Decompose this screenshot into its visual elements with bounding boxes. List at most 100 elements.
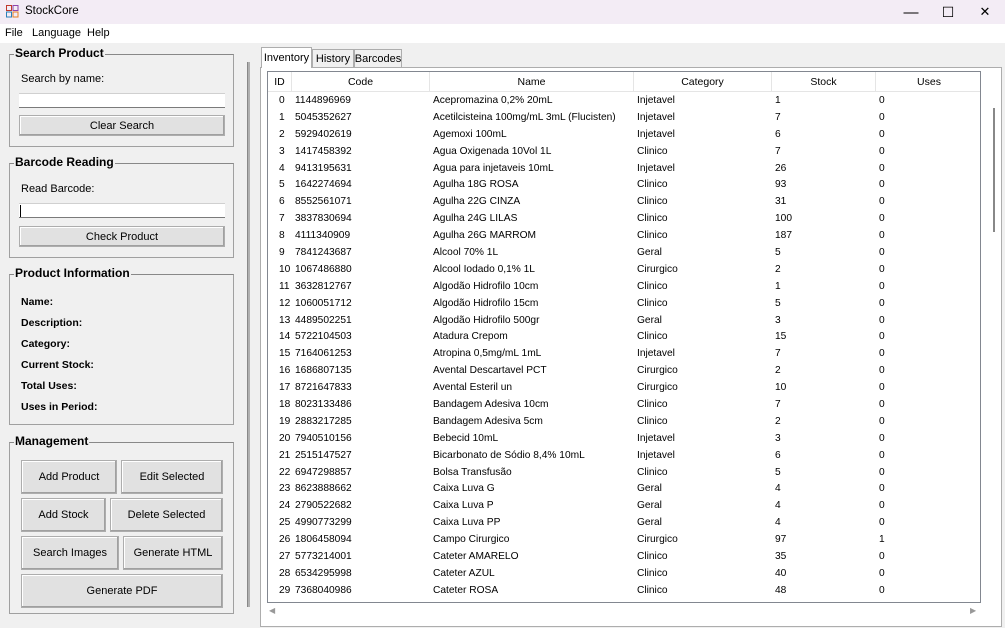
cell-category: Cirurgico xyxy=(637,534,678,546)
minimize-button[interactable]: — xyxy=(892,0,930,24)
cell-code: 5773214001 xyxy=(295,550,352,562)
inventory-table[interactable]: ID Code Name Category Stock Uses 0 114489… xyxy=(267,71,981,603)
table-row[interactable]: 17 8721647833 Avental Esteril un Cirurgico 1… xyxy=(268,379,980,396)
tab-history[interactable]: History xyxy=(312,49,354,68)
cell-code: 6534295998 xyxy=(295,567,352,579)
menu-help[interactable]: Help xyxy=(87,27,110,39)
column-header-stock[interactable]: Stock xyxy=(772,72,876,92)
cell-stock: 7 xyxy=(775,145,781,157)
table-row[interactable]: 27 5773214001 Cateter AMARELO Clinico 35 0 xyxy=(268,548,980,565)
table-row[interactable]: 6 8552561071 Agulha 22G CINZA Clinico 31 0 xyxy=(268,193,980,210)
cell-uses: 0 xyxy=(879,365,885,377)
table-row[interactable]: 14 5722104503 Atadura Crepom Clinico 15 0 xyxy=(268,328,980,345)
cell-id: 21 xyxy=(279,449,291,461)
cell-category: Cirurgico xyxy=(637,263,678,275)
search-images-button[interactable]: Search Images xyxy=(21,536,119,570)
cell-stock: 5 xyxy=(775,297,781,309)
generate-pdf-button[interactable]: Generate PDF xyxy=(21,574,223,608)
vertical-scroll-thumb[interactable] xyxy=(993,108,995,232)
cell-name: Avental Esteril un xyxy=(433,382,513,394)
cell-name: Caixa Luva PP xyxy=(433,517,501,529)
cell-category: Injetavel xyxy=(637,449,675,461)
cell-stock: 7 xyxy=(775,348,781,360)
info-description-label: Description: xyxy=(21,317,83,329)
table-row[interactable]: 29 7368040986 Cateter ROSA Clinico 48 0 xyxy=(268,582,980,599)
delete-selected-button[interactable]: Delete Selected xyxy=(110,498,223,532)
cell-stock: 15 xyxy=(775,331,787,343)
cell-name: Agua Oxigenada 10Vol 1L xyxy=(433,145,552,157)
add-stock-button[interactable]: Add Stock xyxy=(21,498,106,532)
horizontal-scrollbar[interactable]: ◀ ▶ xyxy=(267,605,981,617)
table-row[interactable]: 12 1060051712 Algodão Hidrofilo 15cm Clinic… xyxy=(268,295,980,312)
table-row[interactable]: 24 2790522682 Caixa Luva P Geral 4 0 xyxy=(268,497,980,514)
search-input[interactable] xyxy=(19,93,225,108)
column-header-uses[interactable]: Uses xyxy=(876,72,980,92)
table-row[interactable]: 10 1067486880 Alcool Iodado 0,1% 1L Cirurgi… xyxy=(268,261,980,278)
table-row[interactable]: 22 6947298857 Bolsa Transfusão Clinico 5 0 xyxy=(268,464,980,481)
cell-name: Algodão Hidrofilo 10cm xyxy=(433,280,539,292)
table-row[interactable]: 25 4990773299 Caixa Luva PP Geral 4 0 xyxy=(268,514,980,531)
table-row[interactable]: 21 2515147527 Bicarbonato de Sódio 8,4% 10… xyxy=(268,447,980,464)
table-row[interactable]: 16 1686807135 Avental Descartavel PCT Cirur… xyxy=(268,362,980,379)
add-product-button[interactable]: Add Product xyxy=(21,460,117,494)
edit-selected-button[interactable]: Edit Selected xyxy=(121,460,223,494)
scroll-left-icon[interactable]: ◀ xyxy=(269,606,275,615)
close-button[interactable]: ✕ xyxy=(966,0,1004,24)
column-header-code[interactable]: Code xyxy=(292,72,430,92)
cell-uses: 0 xyxy=(879,466,885,478)
table-row[interactable]: 11 3632812767 Algodão Hidrofilo 10cm Clinic… xyxy=(268,278,980,295)
cell-id: 12 xyxy=(279,297,291,309)
table-row[interactable]: 1 5045352627 Acetilcisteina 100mg/mL 3mL (… xyxy=(268,109,980,126)
table-row[interactable]: 5 1642274694 Agulha 18G ROSA Clinico 93 0 xyxy=(268,176,980,193)
cell-name: Agulha 22G CINZA xyxy=(433,196,521,208)
generate-html-button[interactable]: Generate HTML xyxy=(123,536,223,570)
cell-uses: 0 xyxy=(879,314,885,326)
menu-language[interactable]: Language xyxy=(32,27,81,39)
cell-code: 7164061253 xyxy=(295,348,352,360)
barcode-reading-group: Barcode Reading Read Barcode: Check Prod… xyxy=(9,155,234,258)
scroll-right-icon[interactable]: ▶ xyxy=(970,606,976,615)
cell-name: Cateter AZUL xyxy=(433,567,495,579)
column-header-category[interactable]: Category xyxy=(634,72,772,92)
cell-category: Injetavel xyxy=(637,128,675,140)
table-row[interactable]: 8 4111340909 Agulha 26G MARROM Clinico 187 0 xyxy=(268,227,980,244)
vertical-scrollbar[interactable] xyxy=(988,105,1000,235)
cell-name: Algodão Hidrofilo 15cm xyxy=(433,297,539,309)
table-row[interactable]: 9 7841243687 Alcool 70% 1L Geral 5 0 xyxy=(268,244,980,261)
table-row[interactable]: 0 1144896969 Acepromazina 0,2% 20mL Injetav… xyxy=(268,92,980,109)
maximize-button[interactable]: ☐ xyxy=(929,0,967,24)
cell-category: Clinico xyxy=(637,230,668,242)
cell-code: 1144896969 xyxy=(295,94,351,106)
cell-name: Cateter AMARELO xyxy=(433,550,519,562)
table-row[interactable]: 26 1806458094 Campo Cirurgico Cirurgico 97 1 xyxy=(268,531,980,548)
read-barcode-label: Read Barcode: xyxy=(21,183,95,195)
cell-name: Bicarbonato de Sódio 8,4% 10mL xyxy=(433,449,585,461)
table-row[interactable]: 19 2883217285 Bandagem Adesiva 5cm Clinico 2… xyxy=(268,413,980,430)
table-row[interactable]: 28 6534295998 Cateter AZUL Clinico 40 0 xyxy=(268,565,980,582)
tab-barcodes[interactable]: Barcodes xyxy=(354,49,402,68)
column-header-name[interactable]: Name xyxy=(430,72,634,92)
tab-inventory[interactable]: Inventory xyxy=(261,47,312,68)
table-row[interactable]: 3 1417458392 Agua Oxigenada 10Vol 1L Clinic… xyxy=(268,143,980,160)
table-row[interactable]: 23 8623888662 Caixa Luva G Geral 4 0 xyxy=(268,480,980,497)
cell-category: Clinico xyxy=(637,331,668,343)
cell-id: 24 xyxy=(279,500,291,512)
menu-file[interactable]: File xyxy=(5,27,23,39)
panel-splitter[interactable] xyxy=(247,62,250,607)
table-row[interactable]: 4 9413195631 Agua para injetaveis 10mL Inje… xyxy=(268,160,980,177)
table-row[interactable]: 13 4489502251 Algodão Hidrofilo 500gr Geral… xyxy=(268,312,980,329)
cell-id: 18 xyxy=(279,398,291,410)
clear-search-button[interactable]: Clear Search xyxy=(19,115,225,136)
table-row[interactable]: 2 5929402619 Agemoxi 100mL Injetavel 6 0 xyxy=(268,126,980,143)
column-header-id[interactable]: ID xyxy=(268,72,292,92)
check-product-button[interactable]: Check Product xyxy=(19,226,225,247)
cell-category: Injetavel xyxy=(637,348,675,360)
cell-category: Clinico xyxy=(637,415,668,427)
table-row[interactable]: 18 8023133486 Bandagem Adesiva 10cm Clinico… xyxy=(268,396,980,413)
cell-code: 5722104503 xyxy=(295,331,352,343)
text-cursor xyxy=(20,205,21,217)
barcode-input[interactable] xyxy=(19,203,225,218)
table-row[interactable]: 7 3837830694 Agulha 24G LILAS Clinico 100 0 xyxy=(268,210,980,227)
table-row[interactable]: 15 7164061253 Atropina 0,5mg/mL 1mL Injetav… xyxy=(268,345,980,362)
table-row[interactable]: 20 7940510156 Bebecid 10mL Injetavel 3 0 xyxy=(268,430,980,447)
